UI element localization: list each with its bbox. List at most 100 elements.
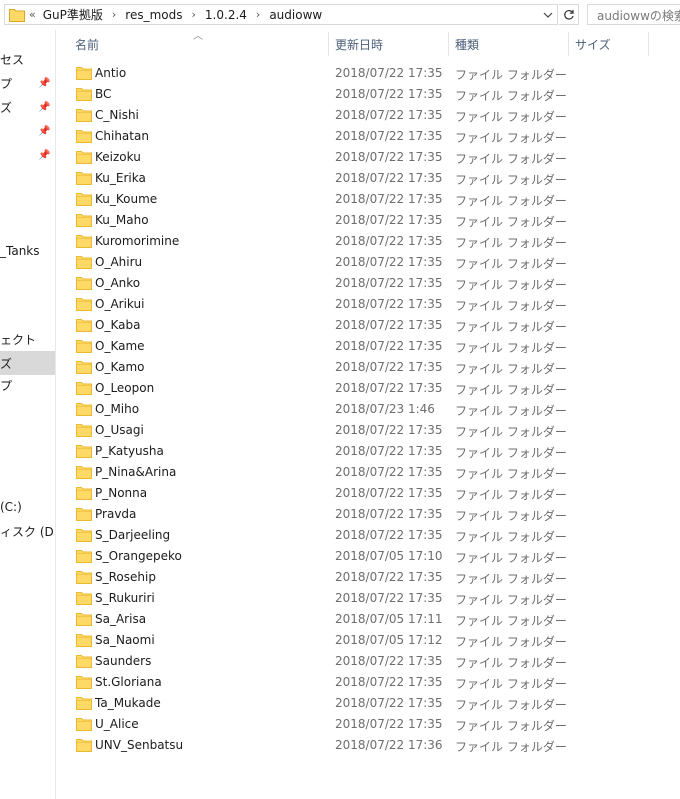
file-date: 2018/07/05 17:12 [335,633,443,647]
nav-item-drive-c[interactable]: (C:) [0,495,55,519]
file-row[interactable]: O_Leopon 2018/07/22 17:35 ファイル フォルダー [70,378,680,399]
folder-icon [76,550,92,563]
file-row[interactable]: U_Alice 2018/07/22 17:35 ファイル フォルダー [70,714,680,735]
file-row[interactable]: Ku_Koume 2018/07/22 17:35 ファイル フォルダー [70,189,680,210]
file-row[interactable]: S_Rosehip 2018/07/22 17:35 ファイル フォルダー [70,567,680,588]
column-header-name[interactable]: 名前 [75,30,325,58]
file-type: ファイル フォルダー [455,68,567,82]
file-row[interactable]: Ku_Erika 2018/07/22 17:35 ファイル フォルダー [70,168,680,189]
folder-icon [76,319,92,332]
column-header-size[interactable]: サイズ [575,30,645,58]
file-row[interactable]: Keizoku 2018/07/22 17:35 ファイル フォルダー [70,147,680,168]
file-row[interactable]: BC 2018/07/22 17:35 ファイル フォルダー [70,84,680,105]
file-row[interactable]: O_Anko 2018/07/22 17:35 ファイル フォルダー [70,273,680,294]
breadcrumb-item[interactable]: res_mods [125,8,182,22]
file-name: BC [95,87,112,101]
file-date: 2018/07/22 17:35 [335,465,443,479]
file-row[interactable]: S_Orangepeko 2018/07/05 17:10 ファイル フォルダー [70,546,680,567]
file-row[interactable]: Kuromorimine 2018/07/22 17:35 ファイル フォルダー [70,231,680,252]
file-type: ファイル フォルダー [455,488,567,502]
file-type: ファイル フォルダー [455,719,567,733]
file-row[interactable]: S_Rukuriri 2018/07/22 17:35 ファイル フォルダー [70,588,680,609]
refresh-button[interactable] [559,4,579,25]
file-row[interactable]: P_Nina&Arina 2018/07/22 17:35 ファイル フォルダー [70,462,680,483]
column-header-date[interactable]: 更新日時 [335,30,445,58]
file-row[interactable]: O_Ahiru 2018/07/22 17:35 ファイル フォルダー [70,252,680,273]
file-row[interactable]: Pravda 2018/07/22 17:35 ファイル フォルダー [70,504,680,525]
refresh-icon [563,9,574,20]
file-row[interactable]: P_Nonna 2018/07/22 17:35 ファイル フォルダー [70,483,680,504]
column-divider[interactable] [648,32,649,56]
file-date: 2018/07/22 17:35 [335,423,443,437]
pin-icon: 📌 [38,150,51,161]
nav-item-selected[interactable]: ズ [0,351,55,375]
overflow-chevron-icon[interactable]: « [29,8,36,21]
file-row[interactable]: O_Kame 2018/07/22 17:35 ファイル フォルダー [70,336,680,357]
file-name: O_Usagi [95,423,144,437]
file-date: 2018/07/05 17:11 [335,612,443,626]
pin-icon: 📌 [38,78,51,89]
address-bar[interactable]: « GuP準拠版 › res_mods › 1.0.2.4 › audioww [4,4,558,25]
folder-icon [76,235,92,248]
file-row[interactable]: Antio 2018/07/22 17:35 ファイル フォルダー [70,63,680,84]
column-divider[interactable] [328,32,329,56]
file-type: ファイル フォルダー [455,677,567,691]
column-divider[interactable] [448,32,449,56]
nav-item-quick-access[interactable]: セス [0,47,55,71]
file-row[interactable]: O_Arikui 2018/07/22 17:35 ファイル フォルダー [70,294,680,315]
file-row[interactable]: C_Nishi 2018/07/22 17:35 ファイル フォルダー [70,105,680,126]
nav-item-label: ィスク (D:) [0,524,55,539]
file-date: 2018/07/22 17:35 [335,654,443,668]
breadcrumb-item[interactable]: 1.0.2.4 [205,8,247,22]
nav-item-desktop-2[interactable]: プ [0,373,55,397]
folder-icon [76,361,92,374]
file-name: Ta_Mukade [95,696,161,710]
column-divider[interactable] [568,32,569,56]
file-date: 2018/07/22 17:35 [335,276,443,290]
file-row[interactable]: St.Gloriana 2018/07/22 17:35 ファイル フォルダー [70,672,680,693]
column-header-type[interactable]: 種類 [455,30,565,58]
file-name: S_Darjeeling [95,528,171,542]
file-date: 2018/07/22 17:35 [335,87,443,101]
file-type: ファイル フォルダー [455,593,567,607]
search-input[interactable]: audiowwの検索 [587,4,680,25]
breadcrumb-item[interactable]: GuP準拠版 [43,6,103,23]
chevron-right-icon[interactable]: › [112,8,116,21]
file-date: 2018/07/22 17:35 [335,381,443,395]
file-row[interactable]: O_Kaba 2018/07/22 17:35 ファイル フォルダー [70,315,680,336]
file-row[interactable]: Chihatan 2018/07/22 17:35 ファイル フォルダー [70,126,680,147]
chevron-down-icon[interactable] [539,5,557,24]
chevron-right-icon[interactable]: › [256,8,260,21]
nav-item-tanks[interactable]: _Tanks [0,239,55,263]
file-name: O_Miho [95,402,140,416]
file-date: 2018/07/22 17:35 [335,591,443,605]
file-row[interactable]: Ta_Mukade 2018/07/22 17:35 ファイル フォルダー [70,693,680,714]
file-row[interactable]: P_Katyusha 2018/07/22 17:35 ファイル フォルダー [70,441,680,462]
file-name: St.Gloriana [95,675,162,689]
nav-item-drive-d[interactable]: ィスク (D:) [0,519,55,543]
file-date: 2018/07/22 17:35 [335,360,443,374]
file-row[interactable]: Ku_Maho 2018/07/22 17:35 ファイル フォルダー [70,210,680,231]
file-row[interactable]: Sa_Naomi 2018/07/05 17:12 ファイル フォルダー [70,630,680,651]
file-date: 2018/07/05 17:10 [335,549,443,563]
file-row[interactable]: Saunders 2018/07/22 17:35 ファイル フォルダー [70,651,680,672]
file-type: ファイル フォルダー [455,110,567,124]
file-row[interactable]: S_Darjeeling 2018/07/22 17:35 ファイル フォルダー [70,525,680,546]
chevron-right-icon[interactable]: › [192,8,196,21]
file-row[interactable]: O_Kamo 2018/07/22 17:35 ファイル フォルダー [70,357,680,378]
file-name: P_Nonna [95,486,148,500]
file-row[interactable]: UNV_Senbatsu 2018/07/22 17:36 ファイル フォルダー [70,735,680,756]
breadcrumb-item[interactable]: audioww [269,8,322,22]
file-row[interactable]: O_Miho 2018/07/23 1:46 ファイル フォルダー [70,399,680,420]
nav-item-objects[interactable]: ェクト [0,327,55,351]
file-type: ファイル フォルダー [455,299,567,313]
file-row[interactable]: Sa_Arisa 2018/07/05 17:11 ファイル フォルダー [70,609,680,630]
file-type: ファイル フォルダー [455,740,567,754]
folder-icon [76,424,92,437]
folder-icon [76,676,92,689]
file-row[interactable]: O_Usagi 2018/07/22 17:35 ファイル フォルダー [70,420,680,441]
pin-icon: 📌 [38,126,51,137]
file-date: 2018/07/22 17:35 [335,213,443,227]
file-type: ファイル フォルダー [455,152,567,166]
file-type: ファイル フォルダー [455,89,567,103]
